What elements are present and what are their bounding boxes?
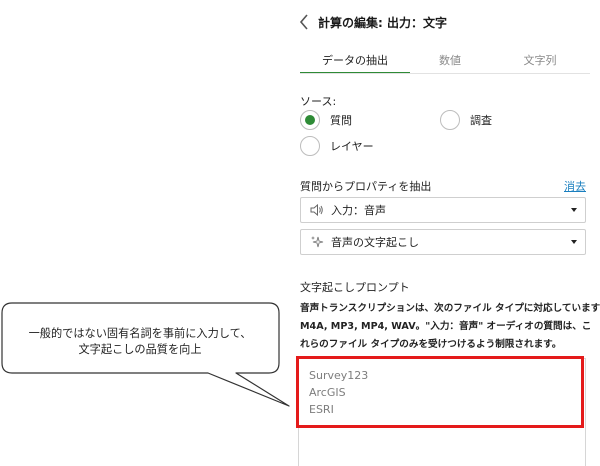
radio-survey[interactable]: 調査 — [440, 110, 492, 130]
prompt-term: ESRI — [309, 403, 334, 416]
radio-label-layer: レイヤー — [330, 140, 374, 153]
radio-circle[interactable] — [300, 136, 320, 156]
chevron-down-icon — [571, 208, 577, 212]
page-title: 計算の編集: 出力：文字 — [318, 15, 447, 30]
panel-header: 計算の編集: 出力：文字 — [296, 12, 447, 32]
radio-label-question: 質問 — [330, 114, 352, 127]
radio-label-survey: 調査 — [470, 114, 492, 127]
tab-string[interactable]: 文字列 — [490, 52, 590, 74]
tab-bar: データの抽出 数値 文字列 — [300, 52, 590, 74]
source-label: ソース: — [300, 95, 337, 108]
callout-line: 一般的ではない固有名詞を事前に入力して、 — [28, 327, 252, 340]
prompt-description: 音声トランスクリプションは、次のファイル タイプに対応しています: M4A, M… — [300, 300, 600, 354]
callout-bubble: 一般的ではない固有名詞を事前に入力して、 文字起こしの品質を向上 — [0, 302, 290, 412]
radio-layer[interactable]: レイヤー — [300, 136, 374, 156]
prompt-description-line: れらのファイル タイプのみを受けつけるよう制限されます。 — [300, 339, 562, 350]
prompt-term: Survey123 — [309, 369, 369, 382]
property-select[interactable]: 音声の文字起こし — [300, 229, 586, 255]
callout-text: 一般的ではない固有名詞を事前に入力して、 文字起こしの品質を向上 — [6, 326, 274, 358]
radio-circle-selected[interactable] — [300, 110, 320, 130]
question-select[interactable]: 入力：音声 — [300, 197, 586, 223]
prompt-label: 文字起こしプロンプト — [300, 281, 410, 294]
prompt-description-line: M4A, MP3, MP4, WAV。"入力：音声" オーディオの質問は、こ — [300, 321, 592, 332]
prompt-textarea[interactable]: Survey123 ArcGIS ESRI — [298, 358, 586, 466]
extract-property-label: 質問からプロパティを抽出 — [300, 180, 432, 193]
radio-circle[interactable] — [440, 110, 460, 130]
speaker-icon — [309, 202, 325, 218]
radio-selected-dot — [305, 115, 315, 125]
tab-divider — [300, 73, 590, 74]
callout-line: 文字起こしの品質を向上 — [78, 343, 202, 356]
edit-calculation-panel: 計算の編集: 出力：文字 データの抽出 数値 文字列 ソース: 質問 調査 レイ… — [286, 0, 600, 466]
prompt-term: ArcGIS — [309, 386, 346, 399]
question-select-value: 入力：音声 — [331, 204, 386, 217]
chevron-left-icon[interactable] — [296, 12, 312, 32]
tab-number[interactable]: 数値 — [410, 52, 490, 74]
chevron-down-icon — [571, 240, 577, 244]
clear-link[interactable]: 消去 — [564, 178, 586, 194]
sparkle-icon — [309, 234, 325, 250]
radio-question[interactable]: 質問 — [300, 110, 352, 130]
property-select-value: 音声の文字起こし — [331, 236, 419, 249]
tab-extract-data[interactable]: データの抽出 — [300, 52, 410, 74]
prompt-description-line: 音声トランスクリプションは、次のファイル タイプに対応しています: — [300, 303, 600, 314]
